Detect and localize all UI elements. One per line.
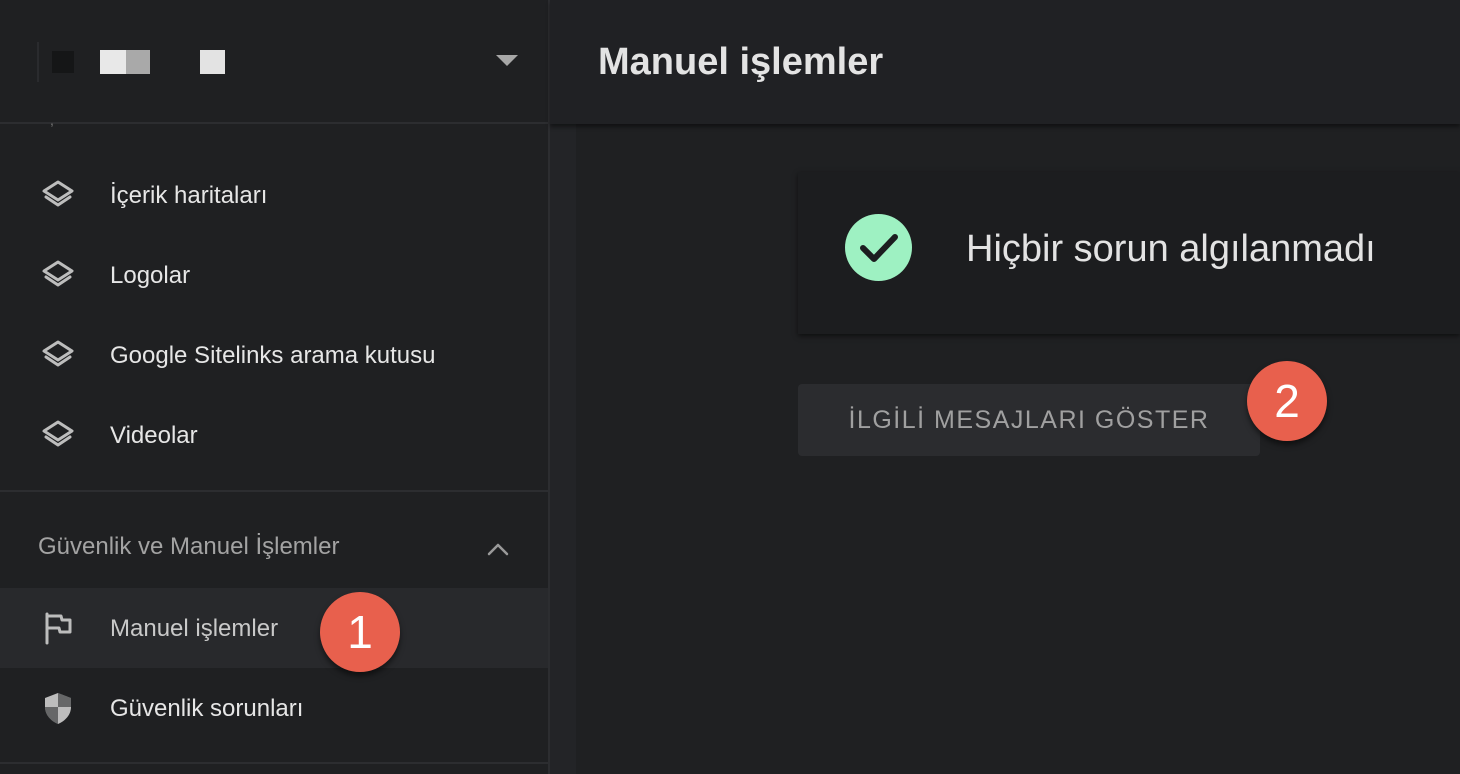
property-favicon (52, 51, 74, 73)
sidebar: , İçerik haritaları Logolar Google Sitel… (0, 0, 548, 774)
sidebar-item-security-issues[interactable]: Güvenlik sorunları (0, 668, 548, 748)
property-name-redacted (126, 50, 150, 74)
layers-icon (42, 340, 74, 367)
status-message: Hiçbir sorun algılanmadı (966, 228, 1376, 270)
property-name-redacted (200, 50, 225, 74)
annotation-marker-1: 1 (320, 592, 400, 672)
app-window: , İçerik haritaları Logolar Google Sitel… (0, 0, 1460, 774)
section-divider (0, 762, 548, 764)
layers-icon (42, 260, 74, 287)
page-title: Manuel işlemler (598, 41, 884, 83)
shield-icon (45, 693, 71, 724)
content-rail (550, 124, 576, 774)
sidebar-item-label: Google Sitelinks arama kutusu (110, 342, 436, 369)
show-related-messages-button[interactable]: İLGİLİ MESAJLARI GÖSTER (798, 384, 1260, 456)
chevron-up-icon[interactable] (486, 538, 510, 562)
section-title: Güvenlik ve Manuel İşlemler (38, 533, 340, 560)
sidebar-item-label: Güvenlik sorunları (110, 695, 304, 722)
property-name-redacted (100, 50, 126, 74)
check-circle-icon (845, 214, 912, 281)
sidebar-item-label: Videolar (110, 422, 198, 449)
sidebar-item-label: Logolar (110, 262, 191, 289)
sidebar-item-videos[interactable]: Videolar (0, 395, 548, 475)
clipped-icon: , (50, 112, 54, 128)
flag-icon (45, 612, 72, 645)
section-divider (0, 490, 548, 492)
dropdown-arrow-icon[interactable] (496, 55, 518, 66)
sidebar-item-sitemaps[interactable]: İçerik haritaları (0, 155, 548, 235)
sidebar-item-sitelinks-searchbox[interactable]: Google Sitelinks arama kutusu (0, 315, 548, 395)
sidebar-item-manual-actions[interactable]: Manuel işlemler (0, 588, 548, 668)
top-bar: Manuel işlemler (550, 0, 1460, 124)
section-header-security-manual-actions[interactable]: Güvenlik ve Manuel İşlemler (0, 508, 548, 586)
sidebar-item-label: Manuel işlemler (110, 615, 279, 642)
property-selector[interactable] (0, 0, 548, 124)
annotation-marker-2: 2 (1247, 361, 1327, 441)
layers-icon (42, 180, 74, 207)
sidebar-item-logos[interactable]: Logolar (0, 235, 548, 315)
layers-icon (42, 420, 74, 447)
sidebar-item-label: İçerik haritaları (110, 182, 268, 209)
property-divider (37, 42, 39, 82)
